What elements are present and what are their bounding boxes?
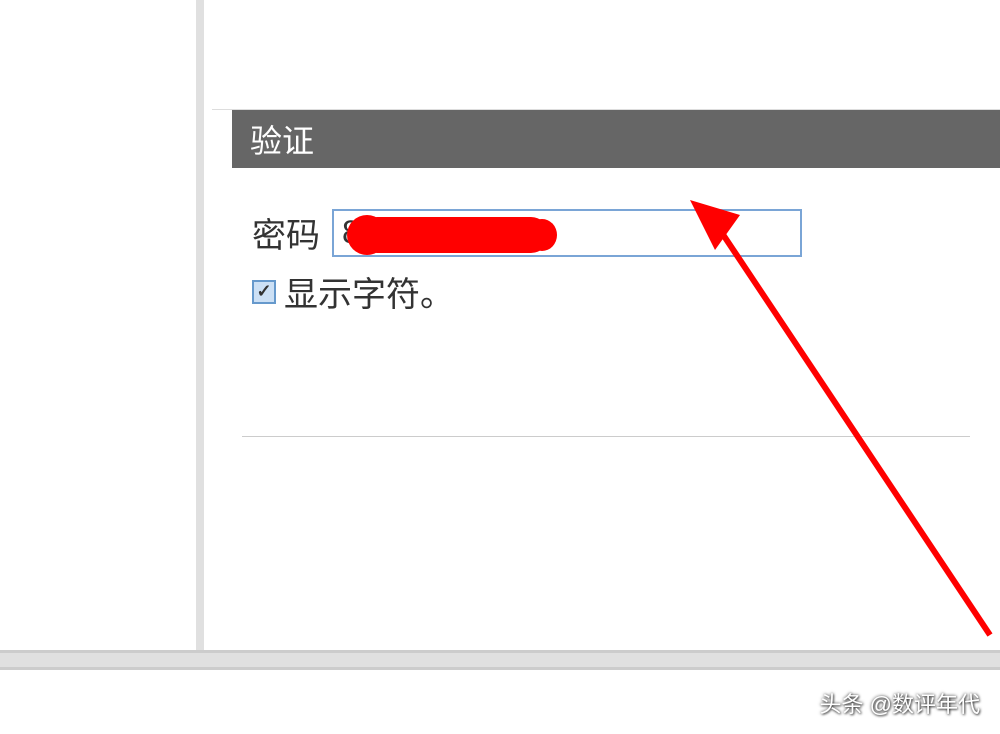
password-row: 密码 8 [252, 208, 960, 257]
form-area: 密码 8 显示字符。 [212, 168, 1000, 336]
top-space [212, 0, 1000, 110]
redaction-mark [359, 217, 549, 253]
password-label: 密码 [252, 208, 320, 257]
divider [242, 436, 970, 437]
bottom-bar [0, 650, 1000, 670]
show-chars-checkbox[interactable] [252, 280, 276, 304]
section-title: 验证 [250, 123, 314, 159]
section-header-verification: 验证 [232, 110, 1000, 168]
main-area: 验证 密码 8 显示字符。 [212, 0, 1000, 734]
sidebar [0, 0, 204, 650]
password-input[interactable]: 8 [332, 209, 802, 257]
show-chars-row: 显示字符。 [252, 267, 960, 316]
watermark: 头条 @数评年代 [820, 687, 980, 719]
show-chars-label: 显示字符。 [284, 267, 454, 316]
